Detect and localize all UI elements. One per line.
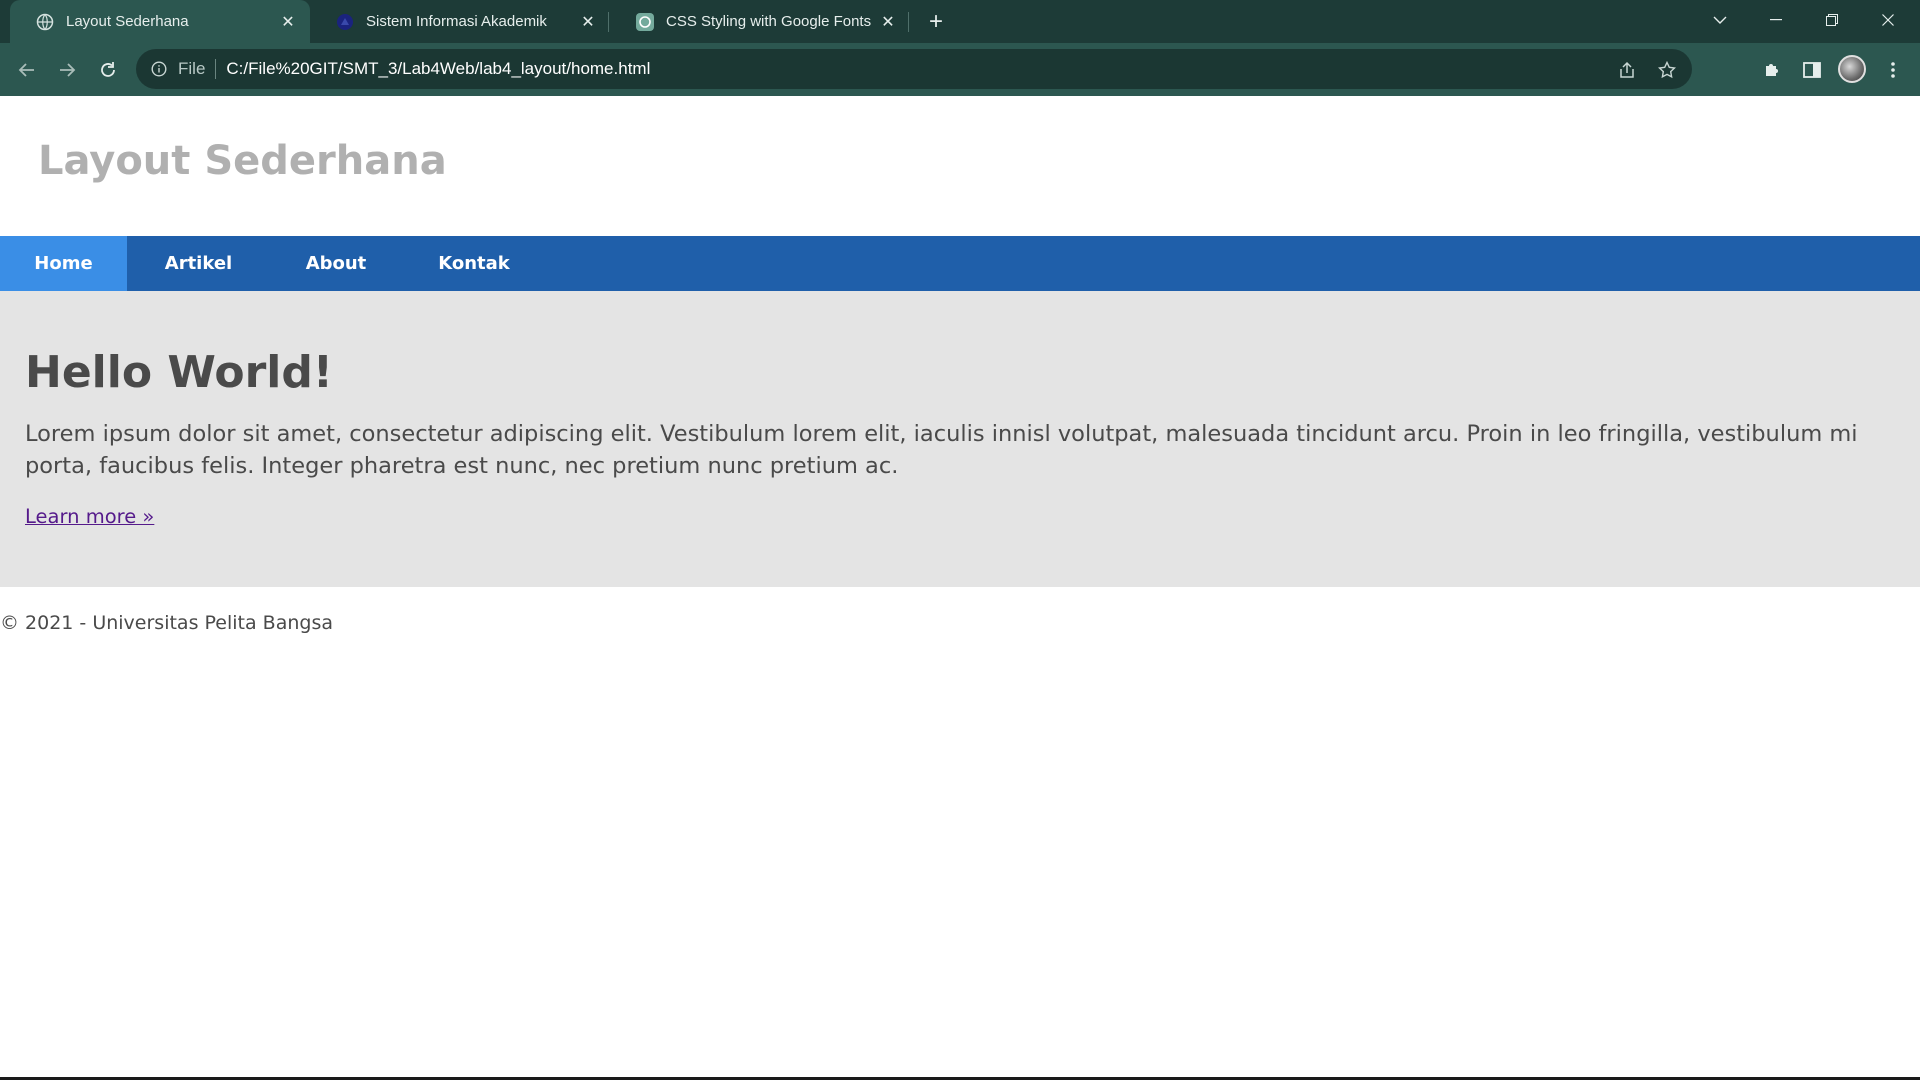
info-icon[interactable] xyxy=(150,60,168,78)
profile-avatar[interactable] xyxy=(1838,55,1866,83)
close-tab-icon[interactable]: ✕ xyxy=(878,12,898,32)
hero-section: Hello World! Lorem ipsum dolor sit amet,… xyxy=(0,291,1920,587)
site-navigation: Home Artikel About Kontak xyxy=(0,236,1920,291)
tab-sistem-informasi-akademik[interactable]: Sistem Informasi Akademik ✕ xyxy=(310,0,610,43)
web-page: Layout Sederhana Home Artikel About Kont… xyxy=(0,96,1920,1080)
tab-css-styling[interactable]: CSS Styling with Google Fonts ✕ xyxy=(610,0,910,43)
address-bar[interactable]: File C:/File%20GIT/SMT_3/Lab4Web/lab4_la… xyxy=(136,49,1692,89)
tab-divider xyxy=(908,12,909,32)
close-tab-icon[interactable]: ✕ xyxy=(578,12,598,32)
more-menu-icon[interactable] xyxy=(1878,55,1908,85)
hero-title: Hello World! xyxy=(25,347,333,398)
nav-item-home[interactable]: Home xyxy=(0,236,127,291)
tab-title: Sistem Informasi Akademik xyxy=(366,13,547,30)
tab-layout-sederhana[interactable]: Layout Sederhana ✕ xyxy=(10,0,310,43)
tab-divider xyxy=(608,12,609,32)
url-text[interactable]: C:/File%20GIT/SMT_3/Lab4Web/lab4_layout/… xyxy=(226,59,650,79)
bookmark-star-icon[interactable] xyxy=(1656,59,1678,81)
url-divider xyxy=(215,59,217,79)
browser-toolbar: File C:/File%20GIT/SMT_3/Lab4Web/lab4_la… xyxy=(0,43,1920,96)
extensions-puzzle-icon[interactable] xyxy=(1757,55,1787,85)
close-window-button[interactable] xyxy=(1860,0,1916,40)
share-icon[interactable] xyxy=(1616,59,1638,81)
url-scheme-label: File xyxy=(178,59,206,78)
reload-button[interactable] xyxy=(91,53,125,87)
nav-item-kontak[interactable]: Kontak xyxy=(402,236,546,291)
forward-button[interactable] xyxy=(50,53,84,87)
hero-paragraph: Lorem ipsum dolor sit amet, consectetur … xyxy=(25,421,1858,479)
globe-icon xyxy=(36,13,54,31)
university-logo-icon xyxy=(336,13,354,31)
site-header: Layout Sederhana xyxy=(0,96,1920,236)
tab-title: CSS Styling with Google Fonts xyxy=(666,13,872,30)
nav-item-artikel[interactable]: Artikel xyxy=(127,236,270,291)
close-tab-icon[interactable]: ✕ xyxy=(278,12,298,32)
site-footer: © 2021 - Universitas Pelita Bangsa xyxy=(0,612,333,634)
learn-more-link[interactable]: Learn more » xyxy=(25,505,154,528)
restore-button[interactable] xyxy=(1804,0,1860,40)
tab-search-icon[interactable] xyxy=(1692,0,1748,40)
tab-title: Layout Sederhana xyxy=(66,13,189,30)
minimize-button[interactable] xyxy=(1748,0,1804,40)
nav-item-about[interactable]: About xyxy=(270,236,402,291)
tab-strip: Layout Sederhana ✕ Sistem Informasi Akad… xyxy=(0,0,1920,43)
openai-logo-icon xyxy=(636,12,654,31)
site-title: Layout Sederhana xyxy=(38,138,447,184)
back-button[interactable] xyxy=(10,53,44,87)
new-tab-button[interactable]: + xyxy=(922,8,950,36)
side-panel-icon[interactable] xyxy=(1797,55,1827,85)
